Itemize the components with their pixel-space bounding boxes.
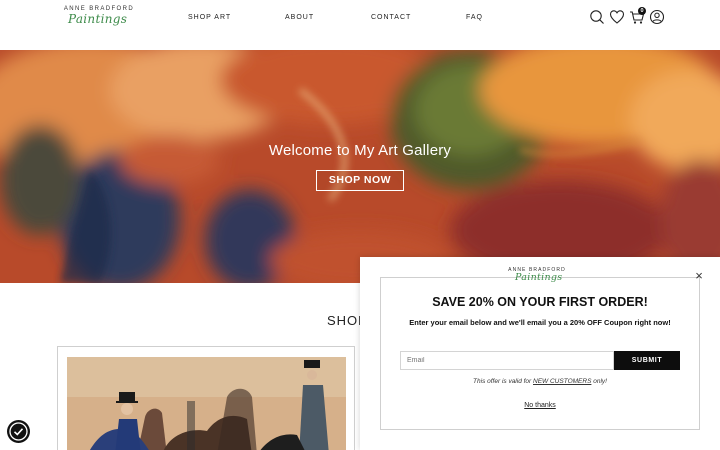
email-field[interactable] — [400, 351, 614, 370]
heart-icon[interactable] — [609, 9, 625, 25]
hero-title: Welcome to My Art Gallery — [268, 142, 452, 159]
cart-count-badge: 0 — [638, 7, 646, 15]
page: ANNE BRADFORD Paintings SHOP ART ABOUT C… — [0, 0, 720, 450]
offer-suffix: only! — [591, 378, 607, 385]
nav-contact[interactable]: CONTACT — [371, 14, 411, 21]
nav-about[interactable]: ABOUT — [285, 14, 314, 21]
product-painting-image — [67, 357, 346, 450]
close-icon[interactable]: × — [693, 269, 705, 283]
product-image[interactable] — [67, 357, 346, 450]
submit-button[interactable]: SUBMIT — [614, 351, 680, 370]
shop-now-button[interactable]: SHOP NOW — [316, 170, 404, 191]
product-card[interactable] — [57, 346, 355, 450]
search-icon[interactable] — [589, 9, 605, 25]
nav-faq[interactable]: FAQ — [466, 14, 483, 21]
popup-description: Enter your email below and we'll email y… — [409, 318, 671, 327]
no-thanks-link[interactable]: No thanks — [360, 402, 720, 409]
accessibility-icon — [9, 422, 28, 441]
offer-note: This offer is valid for NEW CUSTOMERS on… — [360, 378, 720, 385]
hero-banner: Welcome to My Art Gallery SHOP NOW — [0, 50, 720, 283]
nav-shop-art[interactable]: SHOP ART — [188, 14, 231, 21]
user-icon[interactable] — [649, 9, 665, 25]
site-header: ANNE BRADFORD Paintings SHOP ART ABOUT C… — [0, 0, 720, 50]
logo-script-text: Paintings — [68, 12, 128, 26]
offer-prefix: This offer is valid for — [473, 378, 534, 385]
accessibility-button[interactable] — [7, 420, 30, 443]
popup-title: SAVE 20% ON YOUR FIRST ORDER! — [432, 295, 648, 309]
new-customers-link[interactable]: NEW CUSTOMERS — [533, 378, 591, 385]
discount-popup: × ANNE BRADFORD Paintings SAVE 20% ON YO… — [360, 257, 720, 450]
hero-painting-image — [0, 50, 720, 283]
site-logo[interactable]: ANNE BRADFORD Paintings — [60, 6, 140, 32]
popup-logo: ANNE BRADFORD Paintings — [505, 267, 575, 287]
popup-logo-script-text: Paintings — [515, 272, 563, 283]
